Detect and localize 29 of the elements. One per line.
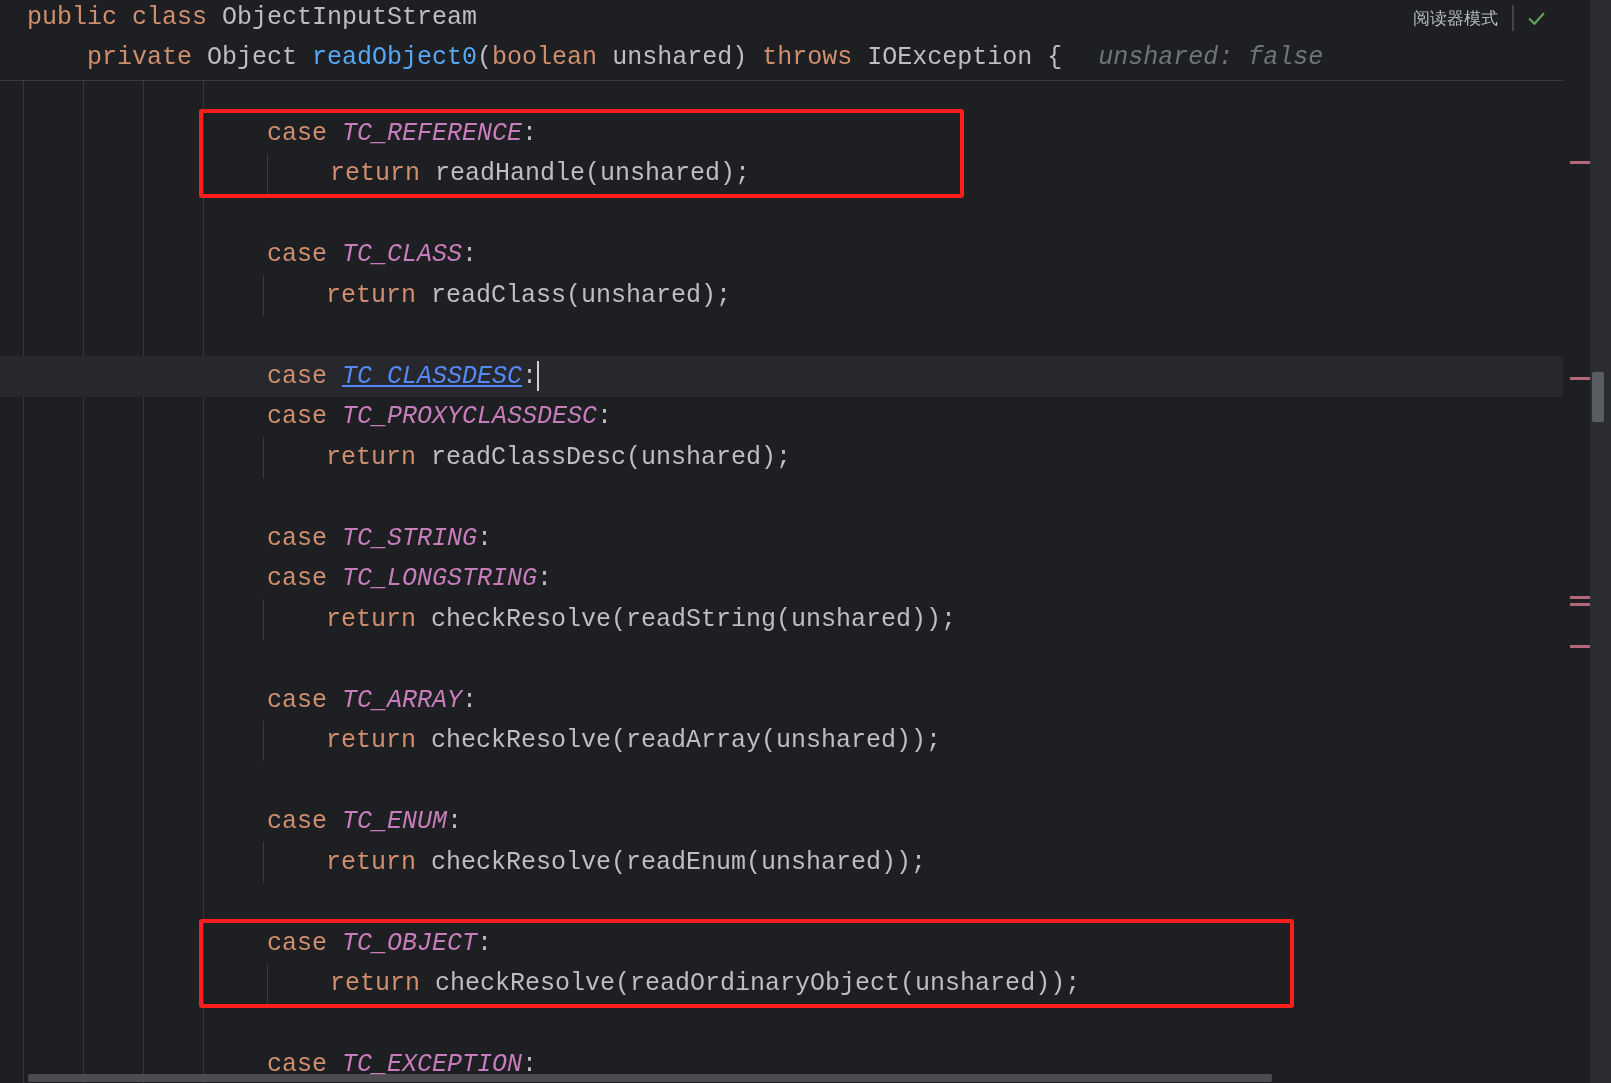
code-line: return checkResolve(readEnum(unshared)); [263,842,927,883]
code-line: case TC_CLASSDESC: [267,361,540,392]
code-line: return readClassDesc(unshared); [263,437,792,478]
error-stripe-mark[interactable] [1570,161,1590,165]
check-icon [1528,11,1545,25]
error-stripe-mark[interactable] [1570,645,1590,649]
code-line: return readHandle(unshared); [267,153,751,194]
code-line: case TC_OBJECT: [267,928,493,958]
code-line: case TC_STRING: [267,523,493,553]
scroll-thumb[interactable] [1592,372,1604,422]
code-line: private Object readObject0(boolean unshared) throws IOException { unshared: false [86,42,1325,74]
code-line: case TC_ENUM: [267,807,463,837]
vertical-scrollbar[interactable] [1590,0,1611,1083]
code-line: case TC_PROXYCLASSDESC: [267,402,613,432]
code-line: return checkResolve(readArray(unshared)); [263,720,942,761]
code-line: return checkResolve(readOrdinaryObject(unshared)); [267,963,1081,1004]
reader-mode-link[interactable]: 阅读器模式 [1413,6,1498,30]
code-line: case TC_ARRAY: [267,685,478,715]
code-line: return readClass(unshared); [263,275,732,316]
code-line: case TC_LONGSTRING: [267,564,553,594]
code-line: case TC_CLASS: [267,240,478,270]
code-line: case TC_REFERENCE: [267,118,538,148]
horizontal-scrollbar[interactable] [28,1074,1272,1082]
code-line: return checkResolve(readString(unshared)); [263,599,957,640]
error-stripe-mark[interactable] [1570,603,1590,607]
error-stripe-mark[interactable] [1570,377,1590,381]
code-line: public class ObjectInputStream [27,2,478,34]
error-stripe-mark[interactable] [1570,595,1590,599]
code-line: case TC_EXCEPTION: [267,1050,538,1080]
